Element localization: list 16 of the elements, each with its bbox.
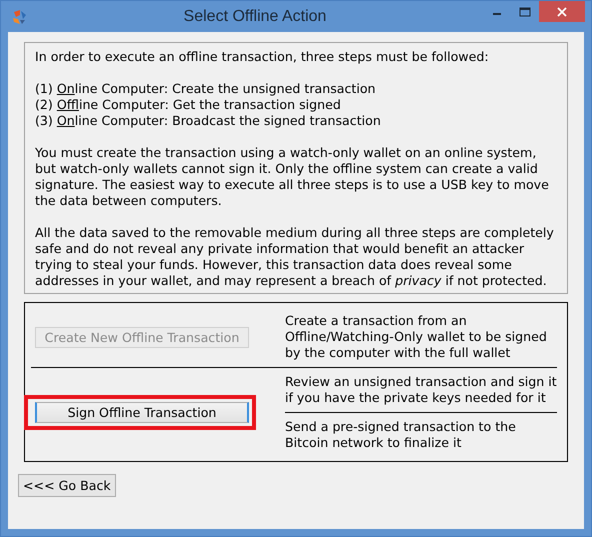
step-text: (3) Online Computer: Broadcast the signed transaction: [35, 113, 382, 129]
info-paragraph: All the data saved to the removable medium during all three steps are completely safe and do not reveal any private information that would benefit an attacker trying to steal your funds. However, this transaction data does reveal some addresses in your wallet, and may represent a breach of privacy if not protected.: [35, 225, 555, 289]
step-text: (2) Offline Computer: Get the transaction signed: [35, 97, 342, 113]
go-back-button[interactable]: <<< Go Back: [18, 474, 116, 497]
app-logo-icon: [11, 8, 27, 24]
step-text: (1) Online Computer: Create the unsigned transaction: [35, 81, 377, 97]
action-description: Review an unsigned transaction and sign it if you have the private keys needed for it: [285, 373, 557, 407]
action-description: Create a transaction from an Offline/Watching-Only wallet to be signed by the computer with the full wallet: [285, 312, 548, 362]
maximize-icon[interactable]: [519, 6, 531, 16]
close-icon: [557, 6, 567, 16]
action-button[interactable]: Sign Offline Transaction: [35, 402, 249, 423]
action-description: Send a pre-signed transaction to the Bitcoin network to finalize it: [285, 418, 517, 452]
window-title: Select Offline Action: [182, 8, 328, 26]
close-button[interactable]: [539, 1, 585, 22]
info-paragraph: You must create the transaction using a watch-only wallet on an online system, but watch-only wallets cannot sign it. Only the offline system can create a valid signature. The easiest way to execute all three steps is to use a USB key to move the data between computers.: [35, 145, 550, 209]
intro-text: In order to execute an offline transaction, three steps must be followed:: [35, 49, 490, 65]
